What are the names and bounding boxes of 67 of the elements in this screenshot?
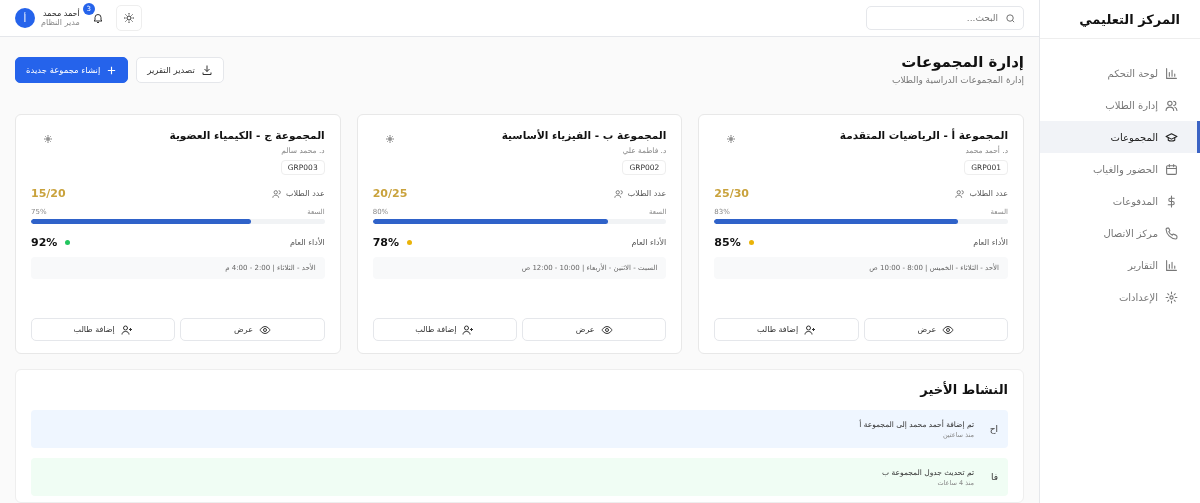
add-user-icon xyxy=(804,323,817,336)
users-icon xyxy=(955,188,966,199)
activity-initials: فا xyxy=(989,472,998,482)
group-name: المجموعة ب - الفيزياء الأساسية xyxy=(501,129,667,141)
performance-label: الأداء العام xyxy=(973,238,1008,247)
eye-icon xyxy=(258,323,271,336)
gear-icon xyxy=(1165,290,1178,304)
student-count: 25/30 xyxy=(714,187,749,200)
calendar-icon xyxy=(1165,162,1178,176)
performance-value: 92% xyxy=(31,236,58,249)
sidebar-item[interactable]: إدارة الطلاب xyxy=(1040,89,1200,121)
view-button[interactable]: عرض xyxy=(863,318,1008,341)
add-student-button[interactable]: إضافة طالب xyxy=(372,318,517,341)
group-name: المجموعة أ - الرياضيات المتقدمة xyxy=(839,129,1008,141)
sun-icon xyxy=(122,12,135,24)
user-name: أحمد محمد xyxy=(41,9,80,18)
add-student-button[interactable]: إضافة طالب xyxy=(31,318,176,341)
plus-icon xyxy=(106,64,118,76)
activity-title: النشاط الأخير xyxy=(918,382,1008,397)
user-avatar[interactable]: أ xyxy=(15,8,35,28)
settings-icon[interactable] xyxy=(384,134,395,144)
sidebar-item[interactable]: التقارير xyxy=(1040,249,1200,281)
chart-icon xyxy=(1165,66,1178,80)
bell-icon[interactable] xyxy=(91,12,104,24)
students-label: عدد الطلاب xyxy=(969,189,1008,198)
sidebar-item[interactable]: لوحة التحكم xyxy=(1040,57,1200,89)
users-icon xyxy=(272,188,283,199)
page-title: إدارة المجموعات xyxy=(900,53,1024,71)
sidebar-item[interactable]: مركز الاتصال xyxy=(1040,217,1200,249)
performance-label: الأداء العام xyxy=(289,238,325,247)
users-icon xyxy=(1165,98,1178,112)
add-user-icon xyxy=(462,323,475,336)
eye-icon xyxy=(600,323,613,336)
sidebar-item[interactable]: المجموعات xyxy=(1040,121,1200,153)
eye-icon xyxy=(942,323,955,336)
view-button[interactable]: عرض xyxy=(180,318,325,341)
sidebar-item[interactable]: الإعدادات xyxy=(1040,281,1200,313)
export-button[interactable]: تصدير التقرير xyxy=(136,57,224,83)
search-field[interactable]: البحث... xyxy=(866,6,1024,30)
cap-icon xyxy=(1165,130,1178,144)
app-title: المركز التعليمي xyxy=(1040,0,1200,39)
user-role: مدير النظام xyxy=(41,18,80,27)
users-icon xyxy=(613,188,624,199)
create-group-button[interactable]: إنشاء مجموعة جديدة xyxy=(15,57,129,83)
view-button[interactable]: عرض xyxy=(522,318,667,341)
theme-button[interactable] xyxy=(115,5,142,31)
activity-initials: اح xyxy=(988,424,998,434)
student-count: 15/20 xyxy=(31,187,66,200)
settings-icon[interactable] xyxy=(43,134,53,144)
sidebar-item[interactable]: الحضور والغياب xyxy=(1040,153,1200,185)
add-student-button[interactable]: إضافة طالب xyxy=(714,318,859,341)
performance-value: 78% xyxy=(372,236,399,249)
search-icon xyxy=(1005,12,1016,24)
phone-icon xyxy=(1165,226,1178,240)
page-subtitle: إدارة المجموعات الدراسية والطلاب xyxy=(891,75,1024,85)
sidebar-item[interactable]: المدفوعات xyxy=(1040,185,1200,217)
add-user-icon xyxy=(120,323,133,336)
chart-icon xyxy=(1165,258,1178,272)
settings-icon[interactable] xyxy=(726,134,737,144)
student-count: 20/25 xyxy=(372,187,408,200)
performance-label: الأداء العام xyxy=(631,238,667,247)
performance-value: 85% xyxy=(714,236,741,249)
students-label: عدد الطلاب xyxy=(286,189,325,198)
download-icon xyxy=(200,64,213,76)
students-label: عدد الطلاب xyxy=(627,189,667,198)
dollar-icon xyxy=(1165,194,1178,208)
group-name: المجموعة ج - الكيمياء العضوية xyxy=(169,129,325,141)
